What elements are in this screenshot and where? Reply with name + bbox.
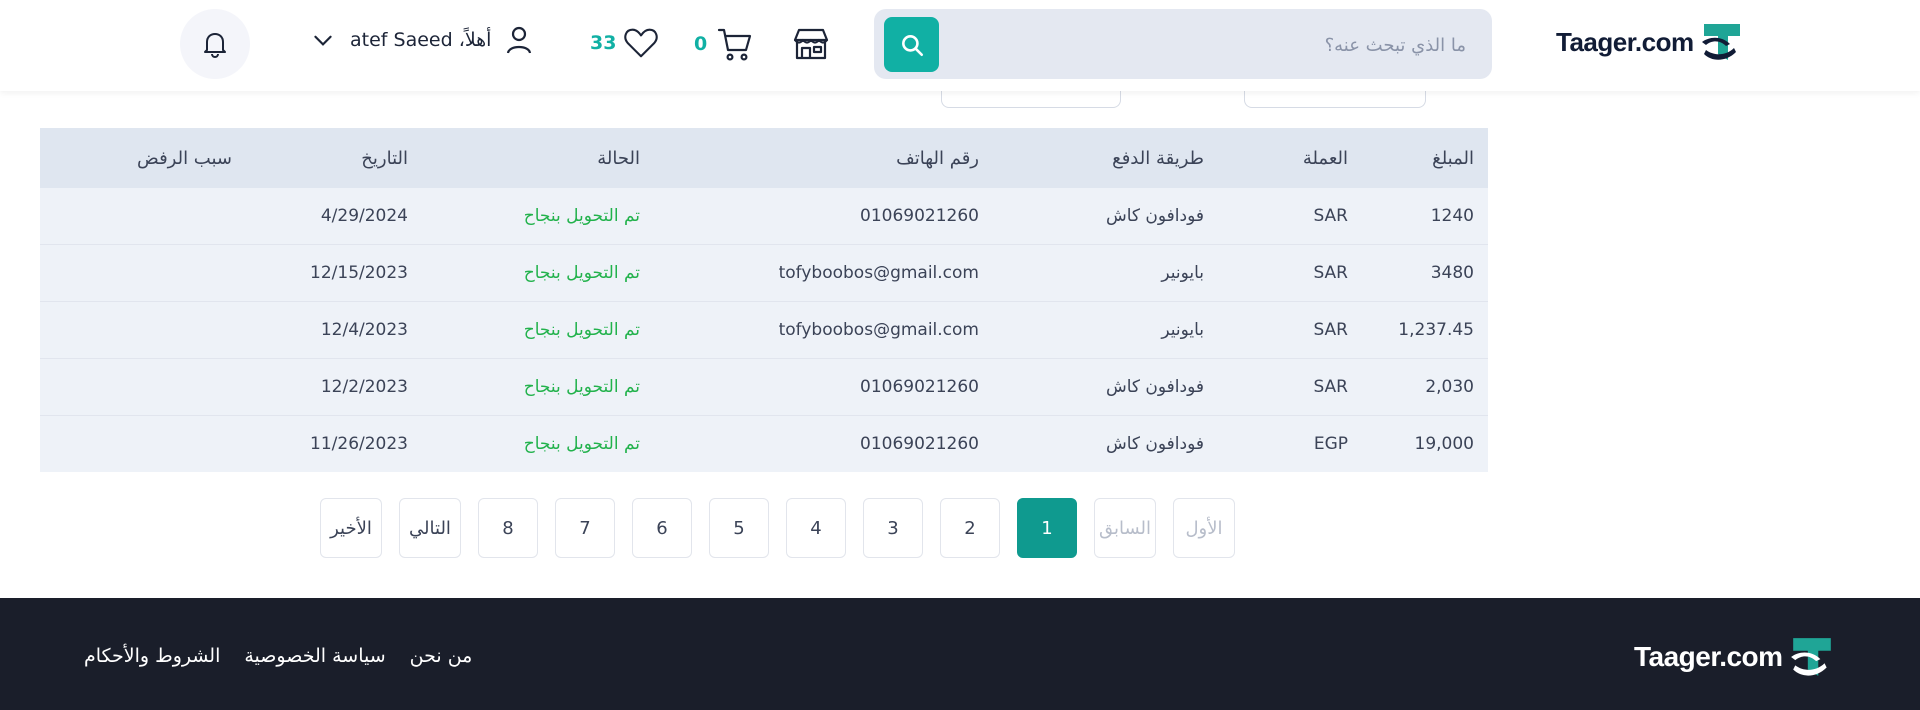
wishlist-count: 33: [590, 32, 617, 54]
pagination-page-3[interactable]: 3: [863, 498, 923, 558]
currency-cell: SAR: [1313, 320, 1348, 340]
footer-link-terms[interactable]: الشروط والأحكام: [84, 645, 220, 667]
amount-cell: 1240: [1430, 206, 1474, 226]
amount-cell: 1,237.45: [1398, 320, 1474, 340]
user-menu[interactable]: أهلاً، atef Saeed: [310, 24, 535, 56]
search-bar: [874, 9, 1492, 81]
pagination-last[interactable]: الأخير: [320, 498, 382, 558]
date-cell: 12/4/2023: [320, 320, 408, 340]
footer-taager-logo[interactable]: Taager.com: [1634, 636, 1835, 678]
footer-logo-text: Taager.com: [1634, 641, 1783, 672]
header-date: التاريخ: [361, 147, 408, 169]
pagination-next[interactable]: التالي: [399, 498, 461, 558]
footer-link-about-us[interactable]: من نحن: [410, 645, 473, 667]
phone-cell: tofyboobos@gmail.com: [778, 320, 979, 340]
top-header: Taager.com 0 33: [0, 0, 1920, 91]
currency-cell: SAR: [1313, 206, 1348, 226]
user-icon: [507, 26, 532, 54]
header-rejection-reason: سبب الرفض: [137, 147, 232, 169]
phone-cell: 01069021260: [860, 377, 979, 397]
pagination-page-4[interactable]: 4: [786, 498, 846, 558]
payment-method-cell: فودافون كاش: [1105, 206, 1204, 226]
pagination-page-7[interactable]: 7: [555, 498, 615, 558]
user-greeting: أهلاً، atef Saeed: [350, 29, 492, 51]
table-header-row: المبلغ العملة طريقة الدفع رقم الهاتف الح…: [40, 128, 1488, 188]
taager-mark-icon: [1790, 638, 1831, 676]
status-cell: تم التحويل بنجاح: [523, 206, 640, 226]
table-row: 1,237.45 SAR بايونير tofyboobos@gmail.co…: [40, 302, 1488, 359]
currency-cell: SAR: [1313, 263, 1348, 283]
bell-icon: [204, 33, 226, 58]
header-amount: المبلغ: [1432, 147, 1474, 169]
cart-count: 0: [694, 33, 708, 55]
table-row: 1240 SAR فودافون كاش 01069021260 تم التح…: [40, 188, 1488, 245]
phone-cell: 01069021260: [860, 206, 979, 226]
amount-cell: 19,000: [1414, 434, 1474, 454]
currency-cell: EGP: [1313, 434, 1348, 454]
pagination: الأخير التالي 8 7 6 5 4 3 2 1 السابق الأ…: [320, 498, 1252, 558]
date-cell: 12/2/2023: [320, 377, 408, 397]
notifications-button[interactable]: [180, 9, 250, 79]
store-icon: [793, 28, 829, 60]
search-icon: [901, 34, 923, 56]
header-phone: رقم الهاتف: [896, 147, 979, 169]
taager-mark-icon: [1701, 24, 1740, 60]
search-input[interactable]: [984, 9, 1468, 81]
pagination-page-5[interactable]: 5: [709, 498, 769, 558]
date-cell: 12/15/2023: [310, 263, 408, 283]
site-footer: Taager.com من نحن سياسة الخصوصية الشروط …: [0, 598, 1920, 710]
pagination-previous[interactable]: السابق: [1094, 498, 1156, 558]
table-row: 2,030 SAR فودافون كاش 01069021260 تم الت…: [40, 359, 1488, 416]
amount-cell: 3480: [1430, 263, 1474, 283]
pagination-page-6[interactable]: 6: [632, 498, 692, 558]
pagination-page-2[interactable]: 2: [940, 498, 1000, 558]
logo-text: Taager.com: [1556, 26, 1694, 57]
date-cell: 11/26/2023: [310, 434, 408, 454]
phone-cell: tofyboobos@gmail.com: [778, 263, 979, 283]
status-cell: تم التحويل بنجاح: [523, 434, 640, 454]
taager-logo[interactable]: Taager.com: [1556, 22, 1744, 62]
header-currency: العملة: [1302, 147, 1348, 169]
status-cell: تم التحويل بنجاح: [523, 320, 640, 340]
transfers-table: المبلغ العملة طريقة الدفع رقم الهاتف الح…: [40, 128, 1488, 472]
chevron-down-icon: [314, 35, 332, 46]
cart-button[interactable]: 0: [694, 24, 755, 64]
footer-links: من نحن سياسة الخصوصية الشروط والأحكام: [84, 645, 472, 667]
pagination-first[interactable]: الأول: [1173, 498, 1235, 558]
pagination-page-8[interactable]: 8: [478, 498, 538, 558]
date-cell: 4/29/2024: [320, 206, 408, 226]
payment-method-cell: فودافون كاش: [1105, 434, 1204, 454]
table-row: 19,000 EGP فودافون كاش 01069021260 تم ال…: [40, 416, 1488, 472]
pagination-page-1-current[interactable]: 1: [1017, 498, 1077, 558]
status-cell: تم التحويل بنجاح: [523, 377, 640, 397]
payment-method-cell: بايونير: [1161, 263, 1204, 283]
wishlist-button[interactable]: 33: [590, 24, 660, 62]
cart-icon: [718, 28, 752, 61]
header-status: الحالة: [597, 147, 640, 169]
search-button[interactable]: [884, 17, 939, 72]
table-row: 3480 SAR بايونير tofyboobos@gmail.com تم…: [40, 245, 1488, 302]
amount-cell: 2,030: [1425, 377, 1474, 397]
payment-method-cell: بايونير: [1161, 320, 1204, 340]
phone-cell: 01069021260: [860, 434, 979, 454]
footer-link-privacy-policy[interactable]: سياسة الخصوصية: [244, 645, 385, 667]
currency-cell: SAR: [1313, 377, 1348, 397]
store-button[interactable]: [791, 24, 831, 64]
heart-icon: [624, 28, 659, 58]
payment-method-cell: فودافون كاش: [1105, 377, 1204, 397]
header-payment-method: طريقة الدفع: [1112, 147, 1204, 169]
status-cell: تم التحويل بنجاح: [523, 263, 640, 283]
